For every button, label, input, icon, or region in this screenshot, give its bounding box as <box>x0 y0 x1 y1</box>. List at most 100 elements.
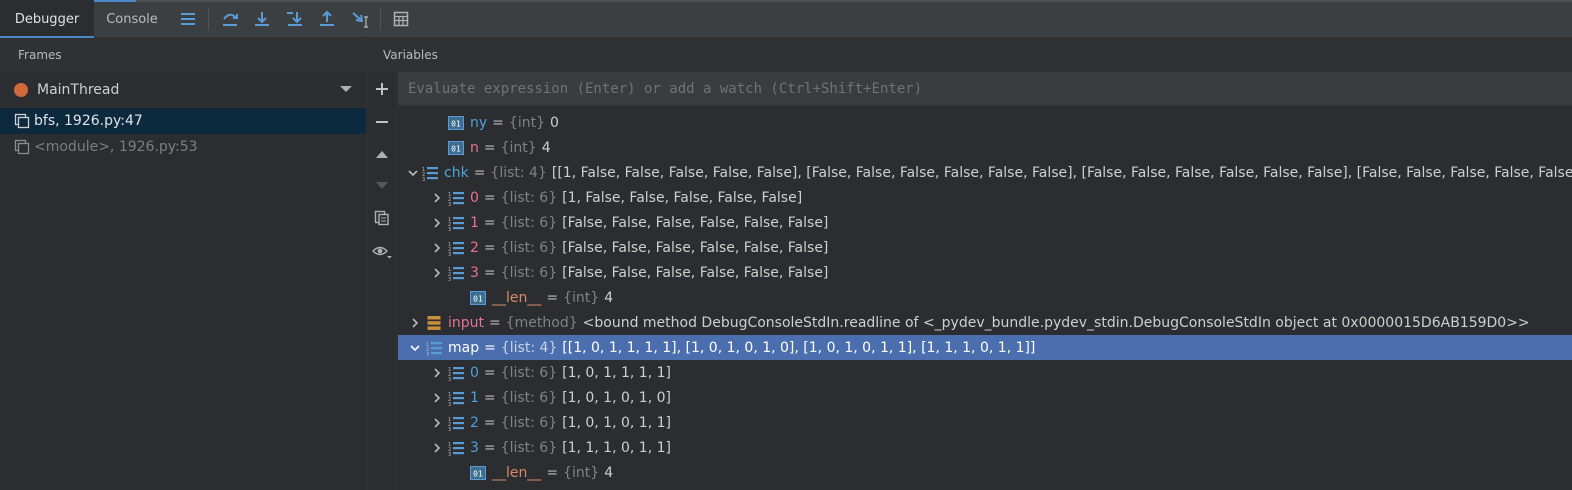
step-into-my-code-icon[interactable] <box>283 7 307 31</box>
chevron-down-icon[interactable] <box>340 86 352 92</box>
variable-row[interactable]: 1 2 3 1 = {list: 6} [False, False, False, Fals… <box>398 210 1572 235</box>
variable-row[interactable]: 01 ny = {int} 0 <box>398 110 1572 135</box>
frames-panel: Frames MainThread bfs, 1926.py:47 <modul… <box>0 38 367 490</box>
remove-icon[interactable] <box>370 110 394 134</box>
frame-label: bfs, 1926.py:47 <box>34 113 143 129</box>
frame-label: <module>, 1926.py:53 <box>34 139 198 155</box>
stack-frame-icon <box>14 113 30 129</box>
variable-value: <bound method DebugConsoleStdIn.readline… <box>582 314 1530 331</box>
expand-arrow-icon[interactable] <box>430 216 444 230</box>
variable-row[interactable]: 1 2 3 0 = {list: 6} [1, False, False, False, F… <box>398 185 1572 210</box>
watch-eye-icon[interactable] <box>370 240 394 264</box>
threads-icon[interactable] <box>176 7 200 31</box>
expand-arrow-icon[interactable] <box>430 191 444 205</box>
expand-arrow-icon[interactable] <box>430 241 444 255</box>
tab-debugger[interactable]: Debugger <box>0 0 94 39</box>
expand-arrow-icon[interactable] <box>430 441 444 455</box>
frame-item[interactable]: <module>, 1926.py:53 <box>0 134 366 160</box>
int-type-icon: 01 <box>470 465 492 481</box>
variable-type: {list: 6} <box>500 214 558 231</box>
tab-console[interactable]: Console <box>94 0 170 38</box>
step-over-icon[interactable] <box>218 7 242 31</box>
expand-arrow-icon[interactable] <box>430 366 444 380</box>
toolbar-separator <box>208 8 209 30</box>
variable-value: [1, False, False, False, False, False] <box>562 189 803 206</box>
equals-sign: = <box>483 264 496 281</box>
variable-value: 4 <box>541 139 551 156</box>
variable-value: [False, False, False, False, False, Fals… <box>562 214 829 231</box>
variable-type: {list: 4} <box>500 339 558 356</box>
expand-arrow-icon[interactable] <box>408 316 422 330</box>
int-type-icon: 01 <box>448 140 470 156</box>
copy-icon[interactable] <box>370 206 394 230</box>
step-out-icon[interactable] <box>315 7 339 31</box>
svg-text:01: 01 <box>451 119 461 128</box>
svg-text:3: 3 <box>448 202 451 206</box>
variable-name: chk <box>444 164 469 181</box>
variable-name: 2 <box>470 414 479 431</box>
equals-sign: = <box>473 164 486 181</box>
variable-name: 3 <box>470 439 479 456</box>
svg-text:3: 3 <box>448 452 451 456</box>
list-type-icon: 123 <box>426 340 448 356</box>
equals-sign: = <box>484 339 496 356</box>
move-up-icon[interactable] <box>370 142 394 166</box>
collapse-arrow-icon[interactable] <box>408 166 418 180</box>
variable-type: {list: 4} <box>490 164 547 181</box>
svg-text:3: 3 <box>448 377 451 381</box>
variable-row[interactable]: 1 2 3 0 = {list: 6} [1, 0, 1, 1, 1, 1] <box>398 360 1572 385</box>
svg-text:3: 3 <box>448 227 451 231</box>
toolbar-separator <box>380 8 381 30</box>
equals-sign: = <box>483 364 496 381</box>
list-type-icon: 123 <box>448 240 470 256</box>
variable-value: [False, False, False, False, False, Fals… <box>562 264 829 281</box>
variable-row[interactable]: input = {method} <bound method DebugConsole… <box>398 310 1572 335</box>
variable-value: [[1, False, False, False, False, False],… <box>551 164 1572 181</box>
variable-row[interactable]: 1 2 3 3 = {list: 6} [False, False, False, Fals… <box>398 260 1572 285</box>
thread-name: MainThread <box>37 81 120 98</box>
list-type-icon: 123 <box>422 165 444 181</box>
equals-sign: = <box>483 214 496 231</box>
list-type-icon: 123 <box>448 440 470 456</box>
collapse-arrow-icon[interactable] <box>408 341 422 355</box>
variable-row[interactable]: 1 2 3 1 = {list: 6} [1, 0, 1, 0, 1, 0] <box>398 385 1572 410</box>
thread-selector[interactable]: MainThread <box>0 72 366 108</box>
expand-arrow-icon[interactable] <box>430 416 444 430</box>
variable-row[interactable]: 01 __len__ = {int} 4 <box>398 285 1572 310</box>
variable-value: [1, 0, 1, 0, 1, 0] <box>562 389 671 406</box>
move-down-icon[interactable] <box>370 174 394 198</box>
step-into-icon[interactable] <box>250 7 274 31</box>
int-type-icon: 01 <box>448 115 470 131</box>
expand-arrow-icon[interactable] <box>430 391 444 405</box>
variable-row[interactable]: 1 2 3 map = {list: 4} [[1, 0, 1, 1, 1, 1], [1,… <box>398 335 1572 360</box>
svg-text:01: 01 <box>451 144 461 153</box>
variable-row[interactable]: 1 2 3 3 = {list: 6} [1, 1, 1, 0, 1, 1] <box>398 435 1572 460</box>
list-type-icon: 123 <box>448 265 470 281</box>
run-to-cursor-icon[interactable] <box>349 7 373 31</box>
variable-value: [False, False, False, False, False, Fals… <box>562 239 829 256</box>
evaluate-expression-field <box>398 72 1572 106</box>
add-icon[interactable] <box>370 77 394 101</box>
equals-sign: = <box>483 139 496 156</box>
toolbar-top-border <box>0 0 1572 2</box>
debug-toolbar: Debugger Console <box>0 0 1572 39</box>
variable-row[interactable]: 01 n = {int} 4 <box>398 135 1572 160</box>
expand-arrow-icon[interactable] <box>430 266 444 280</box>
frame-item[interactable]: bfs, 1926.py:47 <box>0 108 366 134</box>
evaluate-table-icon[interactable] <box>389 7 413 31</box>
equals-sign: = <box>546 464 559 481</box>
variables-side-toolbar <box>367 72 397 490</box>
svg-text:3: 3 <box>448 402 451 406</box>
svg-text:3: 3 <box>426 352 429 356</box>
variable-type: {int} <box>508 114 545 131</box>
variable-row[interactable]: 1 2 3 chk = {list: 4} [[1, False, False, False… <box>398 160 1572 185</box>
variable-row[interactable]: 1 2 3 2 = {list: 6} [1, 0, 1, 0, 1, 1] <box>398 410 1572 435</box>
equals-sign: = <box>492 114 504 131</box>
svg-text:3: 3 <box>448 277 451 281</box>
evaluate-expression-input[interactable] <box>398 72 1572 106</box>
variables-title: Variables <box>367 38 1572 72</box>
variable-row[interactable]: 01 __len__ = {int} 4 <box>398 460 1572 485</box>
int-type-icon: 01 <box>470 290 492 306</box>
variable-row[interactable]: 1 2 3 2 = {list: 6} [False, False, False, Fals… <box>398 235 1572 260</box>
